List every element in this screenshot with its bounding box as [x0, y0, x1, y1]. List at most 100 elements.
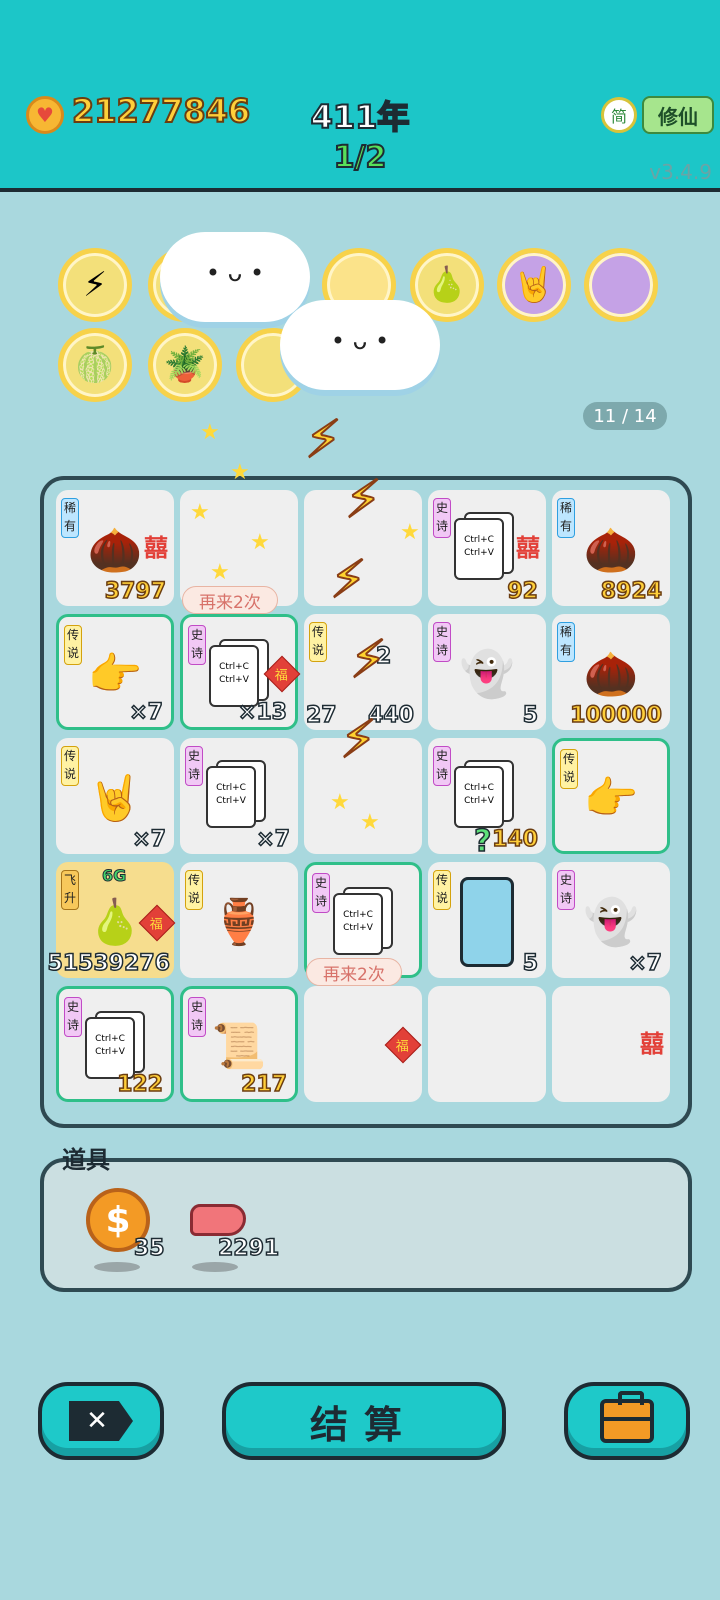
star-plant-ability-icon[interactable]: 🪴	[148, 328, 222, 402]
fortune-badge: 福	[138, 904, 176, 942]
copy-paste-icon: Ctrl+C Ctrl+V	[333, 887, 397, 959]
cell-top-label: 6G	[101, 866, 127, 886]
board-cell[interactable]: 史诗 📜 217	[180, 986, 298, 1102]
board-cell[interactable]: 传说 👉	[552, 738, 670, 854]
board-cell[interactable]: 传说 👉 ×7	[56, 614, 174, 730]
rock-hand-ability-icon[interactable]: 🤘	[497, 248, 571, 322]
scroll-pair-icon: 📜	[211, 1021, 267, 1073]
fruit-pair-icon: 🍐	[87, 897, 143, 949]
lightning-ability-icon[interactable]: ⚡	[58, 248, 132, 322]
star-icon: ★	[400, 520, 420, 545]
settle-button[interactable]: 结算	[222, 1382, 506, 1460]
lightning-bolt-icon: ⚡	[304, 409, 342, 471]
board-cell[interactable]: 稀有 🌰 100000	[552, 614, 670, 730]
simplified-toggle[interactable]: 简	[601, 97, 637, 133]
nut-icon: 🌰	[583, 525, 639, 577]
rarity-tag: 稀有	[61, 498, 79, 538]
rarity-tag: 传说	[433, 870, 451, 910]
close-icon: ✕	[69, 1401, 133, 1441]
cell-multiplier: ×13	[237, 699, 288, 726]
board-cell[interactable]: 史诗 👻 ×7	[552, 862, 670, 978]
fortune-badge: 福	[384, 1026, 422, 1064]
mode-button[interactable]: 修仙	[642, 96, 714, 134]
star-icon: ★	[330, 790, 350, 815]
double-happiness-icon: 囍	[640, 1030, 664, 1058]
round-counter: 1/2	[333, 139, 388, 176]
liver-item-count: 2291	[217, 1235, 280, 1262]
ghost-icon: 👻	[583, 897, 639, 949]
rock-hand-icon: 🤘	[87, 773, 143, 825]
close-button[interactable]: ✕	[38, 1382, 164, 1460]
cell-value: 100000	[569, 702, 662, 729]
star-icon: ★	[250, 530, 270, 555]
board-cell[interactable]: 史诗 Ctrl+C Ctrl+V ×7	[180, 738, 298, 854]
retry-bubble: 再来2次	[306, 958, 402, 986]
star-icon: ★	[190, 500, 210, 525]
star-icon: ★	[230, 460, 250, 485]
skirt-ability-icon[interactable]	[584, 248, 658, 322]
bag-button[interactable]	[564, 1382, 690, 1460]
board-cell[interactable]: 史诗 Ctrl+C Ctrl+V ? 140	[428, 738, 546, 860]
rarity-tag: 史诗	[188, 625, 206, 665]
ghost-icon: 👻	[459, 649, 515, 701]
cloud-character: • ᴗ •	[280, 300, 440, 390]
pointing-hand-icon: 👉	[583, 773, 639, 825]
board-cell[interactable]: 稀有 🌰 8924	[552, 490, 670, 606]
rarity-tag: 史诗	[312, 873, 330, 913]
board-cell[interactable]: 飞升 6G 🍐 福 51539276	[47, 862, 176, 978]
copy-paste-icon: Ctrl+C Ctrl+V	[454, 512, 518, 584]
cloud-character: • ᴗ •	[160, 232, 310, 322]
rarity-tag: 传说	[560, 749, 578, 789]
star-icon: ★	[210, 560, 230, 585]
star-icon: ★	[200, 420, 220, 445]
item-shadow	[94, 1262, 140, 1272]
cell-value: 5	[522, 702, 539, 729]
cell-value: 27	[305, 702, 337, 729]
liver-icon[interactable]	[190, 1204, 246, 1236]
pomelo-ability-icon[interactable]: 🍈	[58, 328, 132, 402]
cell-value: 5	[522, 950, 539, 977]
board-cell[interactable]: 囍	[552, 986, 670, 1102]
cell-value: 8924	[600, 578, 663, 605]
board-cell[interactable]: 传说 🏺	[180, 862, 298, 978]
copy-paste-icon: Ctrl+C Ctrl+V	[454, 760, 518, 832]
green-vase-icon: 🏺	[211, 897, 267, 949]
board-cell[interactable]: 福	[304, 986, 422, 1102]
briefcase-icon	[600, 1391, 654, 1443]
rarity-tag: 史诗	[185, 746, 203, 786]
cell-multiplier: ×7	[256, 826, 291, 853]
board-cell[interactable]: 传说 🤘 ×7	[56, 738, 174, 854]
pointing-hand-icon: 👉	[87, 649, 143, 701]
coin-item-count: 35	[133, 1235, 165, 1262]
double-happiness-icon: 囍	[516, 534, 540, 562]
board-cell[interactable]: 稀有 🌰 囍 3797	[56, 490, 174, 606]
ability-counter: 11 / 14	[583, 402, 667, 430]
retry-bubble: 再来2次	[182, 586, 278, 614]
lightning-bolt-icon: ⚡	[349, 629, 387, 691]
board-cell[interactable]: 史诗 👻 5	[428, 614, 546, 730]
rarity-tag: 史诗	[433, 622, 451, 662]
nut-icon: 🌰	[87, 525, 143, 577]
copy-paste-icon: Ctrl+C Ctrl+V	[206, 760, 270, 832]
items-label: 道具	[62, 1146, 110, 1174]
board-cell[interactable]	[428, 986, 546, 1102]
lightning-bolt-icon: ⚡	[344, 469, 382, 531]
rarity-tag: 传说	[309, 622, 327, 662]
rarity-tag: 史诗	[557, 870, 575, 910]
cell-value: 122	[116, 1071, 163, 1098]
rarity-tag: 飞升	[61, 870, 79, 910]
cell-value: 140	[491, 826, 538, 853]
board-cell[interactable]: 传说 5	[428, 862, 546, 978]
cell-value: 92	[507, 578, 539, 605]
board-cell[interactable]: 史诗 Ctrl+C Ctrl+V 福 ×13	[180, 614, 301, 730]
board-cell[interactable]: 史诗 Ctrl+C Ctrl+V 囍 92	[428, 490, 546, 606]
board-cell[interactable]: 史诗 Ctrl+C Ctrl+V 122	[56, 986, 174, 1102]
item-shadow	[192, 1262, 238, 1272]
question-mark: ?	[473, 823, 492, 860]
rarity-tag: 传说	[185, 870, 203, 910]
rarity-tag: 史诗	[433, 498, 451, 538]
double-happiness-icon: 囍	[144, 534, 168, 562]
rarity-tag: 稀有	[557, 622, 575, 662]
cell-value: 3797	[104, 578, 167, 605]
star-icon: ★	[360, 810, 380, 835]
